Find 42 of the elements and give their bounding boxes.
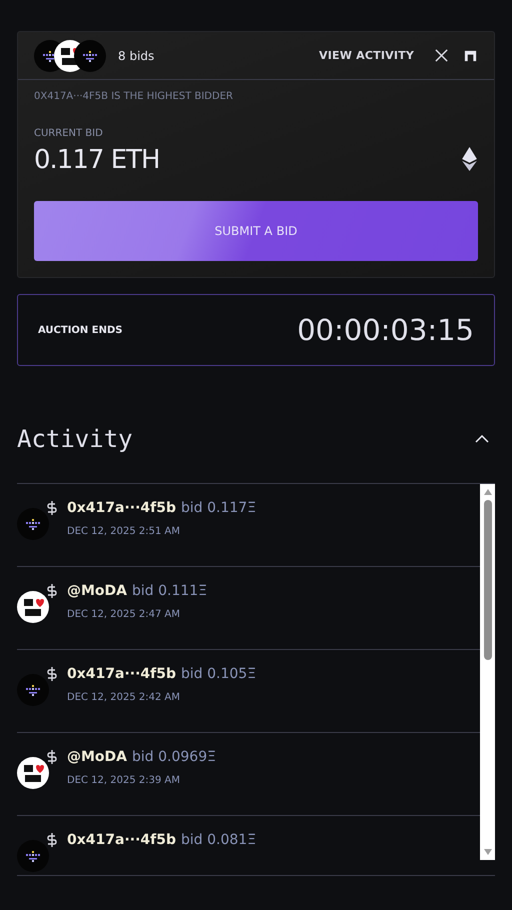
- auction-ends-label: AUCTION ENDS: [38, 324, 122, 336]
- bidder-name[interactable]: 0x417a···4f5b: [67, 666, 176, 682]
- bidder-name[interactable]: 0x417a···4f5b: [67, 832, 176, 848]
- bid-date: DEC 12, 2025 2:51 AM: [67, 526, 181, 537]
- pixel-avatar-icon: [17, 840, 49, 872]
- submit-bid-button[interactable]: SUBMIT A BID: [34, 201, 478, 261]
- scrollbar-thumb[interactable]: [484, 500, 492, 660]
- countdown-timer: 00:00:03:15: [297, 313, 474, 347]
- bid-date: DEC 12, 2025 2:42 AM: [67, 692, 181, 703]
- bid-date: DEC 12, 2025 2:39 AM: [67, 775, 181, 786]
- chevron-up-icon[interactable]: [475, 435, 489, 443]
- bidder-name[interactable]: @MoDA: [67, 583, 128, 599]
- bid-amount: bid 0.111Ξ: [132, 583, 208, 599]
- bid-amount: bid 0.117Ξ: [181, 500, 256, 516]
- scrollbar[interactable]: [480, 484, 495, 860]
- bid-amount: bid 0.0969Ξ: [132, 749, 216, 765]
- dollar-icon: [47, 501, 57, 515]
- bid-amount: bid 0.081Ξ: [181, 832, 256, 848]
- dollar-icon: [47, 584, 57, 598]
- current-bid-label: CURRENT BID: [34, 128, 104, 139]
- bid-amount: bid 0.105Ξ: [181, 666, 256, 682]
- current-bid-value: 0.117 ETH: [34, 145, 160, 175]
- x-icon[interactable]: [434, 48, 449, 63]
- bidder-name[interactable]: 0x417a···4f5b: [67, 500, 176, 516]
- dollar-icon: [47, 667, 57, 681]
- scroll-down-icon[interactable]: [482, 848, 492, 856]
- dollar-icon: [47, 833, 57, 847]
- pixel-avatar-icon: [74, 40, 106, 72]
- scroll-up-icon[interactable]: [482, 488, 492, 496]
- arch-icon[interactable]: [463, 48, 478, 63]
- bidder-name[interactable]: @MoDA: [67, 749, 128, 765]
- activity-heading: Activity: [17, 425, 133, 453]
- heart-avatar-icon: [17, 757, 49, 789]
- bid-count: 8 bids: [118, 48, 154, 62]
- view-activity-link[interactable]: VIEW ACTIVITY: [319, 49, 414, 62]
- heart-avatar-icon: [17, 591, 49, 623]
- highest-bidder-text: 0X417A···4F5B IS THE HIGHEST BIDDER: [33, 90, 234, 102]
- pixel-avatar-icon: [17, 508, 49, 540]
- bid-date: DEC 12, 2025 2:47 AM: [67, 609, 181, 620]
- ethereum-icon: [462, 147, 477, 171]
- pixel-avatar-icon: [17, 674, 49, 706]
- dollar-icon: [47, 750, 57, 764]
